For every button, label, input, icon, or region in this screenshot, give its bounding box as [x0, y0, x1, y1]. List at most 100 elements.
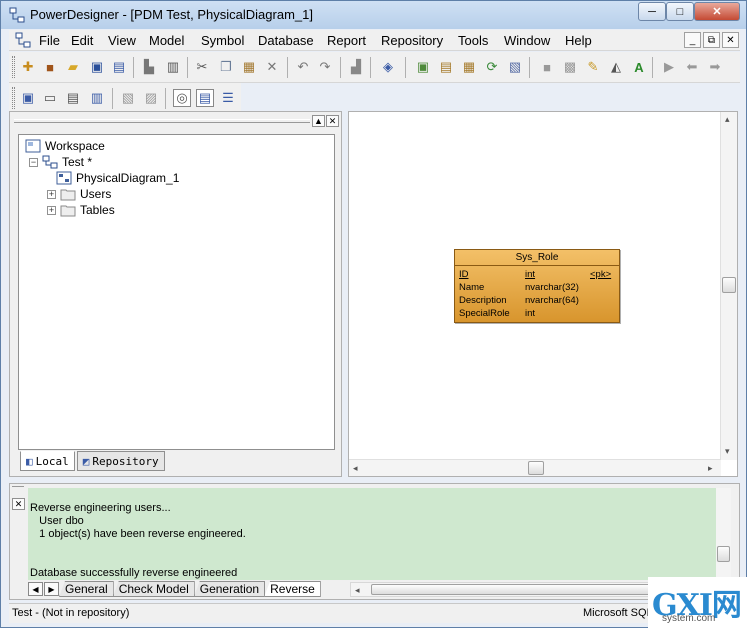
- align-icon[interactable]: ■: [538, 58, 556, 76]
- menu-window[interactable]: Window: [504, 33, 550, 48]
- diagram-horizontal-scrollbar[interactable]: ◂ ▸: [349, 459, 721, 476]
- result-list-icon[interactable]: ▤: [64, 89, 82, 107]
- document-control-icon[interactable]: [15, 32, 31, 48]
- scroll-thumb[interactable]: [528, 461, 544, 475]
- diagram-vertical-scrollbar[interactable]: ▴ ▾: [720, 112, 737, 460]
- generate-icon[interactable]: ▤: [437, 58, 455, 76]
- powerdesigner-app-icon: [9, 7, 25, 23]
- check-model-icon[interactable]: ◈: [379, 58, 397, 76]
- browser-tabs: ◧ Local ◩ Repository: [20, 451, 165, 473]
- scroll-thumb[interactable]: [722, 277, 736, 293]
- split-vertical-icon[interactable]: ▧: [119, 89, 137, 107]
- toolbar-grip[interactable]: [12, 87, 15, 109]
- toolbar-grip[interactable]: [12, 56, 15, 78]
- title-bar: PowerDesigner - [PDM Test, PhysicalDiagr…: [1, 1, 746, 29]
- tree-node-tables[interactable]: + Tables: [47, 202, 115, 218]
- tab-local[interactable]: ◧ Local: [20, 451, 75, 471]
- tab-reverse[interactable]: Reverse: [264, 581, 321, 597]
- save-icon[interactable]: ▣: [88, 58, 106, 76]
- tab-general[interactable]: General: [59, 581, 114, 597]
- mdi-restore-button[interactable]: ⧉: [703, 32, 720, 48]
- menu-edit[interactable]: Edit: [71, 33, 93, 48]
- menu-database[interactable]: Database: [258, 33, 314, 48]
- scroll-down-icon[interactable]: ▾: [725, 446, 730, 457]
- output-line: 1 object(s) have been reverse engineered…: [30, 528, 246, 540]
- tree-node-model[interactable]: − Test *: [29, 154, 92, 170]
- toolbar-separator: [340, 57, 341, 78]
- welcome-page-icon[interactable]: ▥: [88, 89, 106, 107]
- fill-color-icon[interactable]: ◭: [607, 58, 625, 76]
- browser-toggle-icon[interactable]: ▣: [19, 89, 37, 107]
- minimize-button[interactable]: ─: [638, 2, 666, 21]
- undo-icon[interactable]: ↶: [294, 58, 312, 76]
- browser-grip[interactable]: [14, 119, 310, 123]
- output-vertical-scrollbar[interactable]: [716, 488, 731, 580]
- tree-node-workspace[interactable]: Workspace: [25, 138, 105, 154]
- mdi-close-button[interactable]: ✕: [722, 32, 739, 48]
- refresh-icon[interactable]: ⟳: [483, 58, 501, 76]
- output-grip[interactable]: [12, 486, 24, 490]
- report-icon[interactable]: ▧: [506, 58, 524, 76]
- merge-icon[interactable]: ▶: [660, 58, 678, 76]
- table-symbol[interactable]: Sys_Role ID int <pk> Name nvarchar(32) D…: [454, 249, 620, 323]
- tab-scroll-right-icon[interactable]: ▶: [44, 582, 59, 596]
- menu-view[interactable]: View: [108, 33, 136, 48]
- output-close-button[interactable]: ✕: [12, 498, 25, 510]
- mdi-minimize-button[interactable]: _: [684, 32, 701, 48]
- forward-icon[interactable]: ➡: [706, 58, 724, 76]
- tab-repository[interactable]: ◩ Repository: [76, 451, 165, 471]
- new-icon[interactable]: ✚: [19, 58, 37, 76]
- list-view-icon[interactable]: ☰: [219, 89, 237, 107]
- split-horizontal-icon[interactable]: ▨: [142, 89, 160, 107]
- scroll-left-icon[interactable]: ◂: [355, 585, 360, 596]
- tree-node-diagram[interactable]: PhysicalDiagram_1: [56, 170, 179, 186]
- collapse-icon[interactable]: −: [29, 157, 38, 167]
- text-color-icon[interactable]: A: [630, 58, 648, 76]
- menu-model[interactable]: Model: [149, 33, 184, 48]
- browser-header: ▲ ✕: [10, 112, 341, 130]
- menu-tools[interactable]: Tools: [458, 33, 488, 48]
- diagram-canvas[interactable]: Sys_Role ID int <pk> Name nvarchar(32) D…: [348, 111, 738, 477]
- scroll-thumb[interactable]: [717, 546, 730, 562]
- output-text-area[interactable]: Reverse engineering users... User dbo 1 …: [28, 488, 717, 580]
- redo-icon[interactable]: ↷: [316, 58, 334, 76]
- format-icon[interactable]: ▩: [561, 58, 579, 76]
- tab-check-model[interactable]: Check Model: [112, 581, 195, 597]
- brush-icon[interactable]: ✎: [584, 58, 602, 76]
- print-icon[interactable]: ▥: [164, 58, 182, 76]
- new-project-icon[interactable]: ■: [41, 58, 59, 76]
- import-icon[interactable]: ▣: [414, 58, 432, 76]
- menu-file[interactable]: File: [39, 33, 60, 48]
- expand-icon[interactable]: +: [47, 189, 56, 199]
- expand-icon[interactable]: +: [47, 205, 56, 215]
- paste-icon[interactable]: ▦: [240, 58, 258, 76]
- scroll-right-icon[interactable]: ▸: [708, 463, 713, 474]
- output-toggle-icon[interactable]: ▭: [41, 89, 59, 107]
- properties-icon[interactable]: ▟: [347, 58, 365, 76]
- close-button[interactable]: ✕: [694, 2, 740, 21]
- copy-icon[interactable]: ❐: [217, 58, 235, 76]
- cut-icon[interactable]: ✂: [193, 58, 211, 76]
- browser-close-button[interactable]: ✕: [326, 115, 339, 127]
- browser-maximize-button[interactable]: ▲: [312, 115, 325, 127]
- menu-symbol[interactable]: Symbol: [201, 33, 244, 48]
- scroll-left-icon[interactable]: ◂: [353, 463, 358, 474]
- diagram-view-icon[interactable]: ▤: [196, 89, 214, 107]
- open-folder-icon[interactable]: ▰: [64, 58, 82, 76]
- print-preview-icon[interactable]: ▙: [140, 58, 158, 76]
- menu-help[interactable]: Help: [565, 33, 592, 48]
- menu-report[interactable]: Report: [327, 33, 366, 48]
- reverse-icon[interactable]: ▦: [460, 58, 478, 76]
- back-icon[interactable]: ⬅: [683, 58, 701, 76]
- maximize-button[interactable]: □: [666, 2, 694, 21]
- delete-icon[interactable]: ✕: [263, 58, 281, 76]
- scroll-up-icon[interactable]: ▴: [725, 114, 730, 125]
- application-window: PowerDesigner - [PDM Test, PhysicalDiagr…: [0, 0, 747, 628]
- save-all-icon[interactable]: ▤: [110, 58, 128, 76]
- tree-node-users[interactable]: + Users: [47, 186, 111, 202]
- tab-scroll-left-icon[interactable]: ◀: [28, 582, 43, 596]
- menu-repository[interactable]: Repository: [381, 33, 443, 48]
- tab-generation[interactable]: Generation: [193, 581, 266, 597]
- zoom-icon[interactable]: ◎: [173, 89, 191, 107]
- window-title: PowerDesigner - [PDM Test, PhysicalDiagr…: [30, 7, 313, 22]
